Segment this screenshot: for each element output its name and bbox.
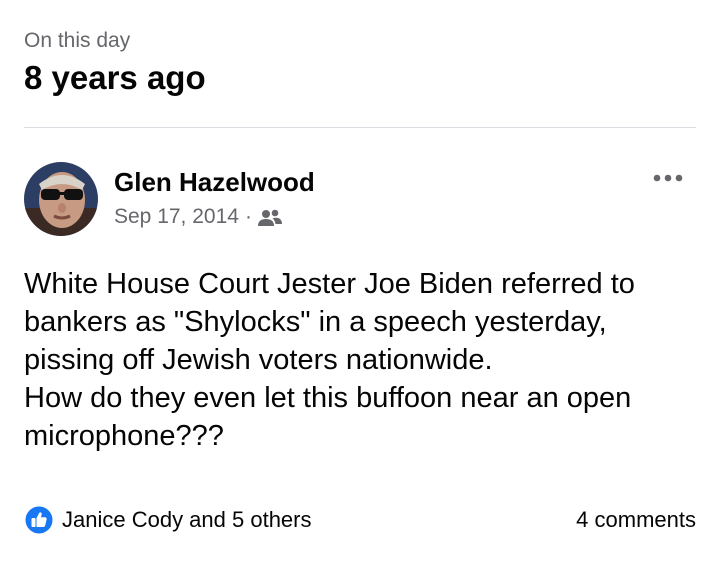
author-name[interactable]: Glen Hazelwood	[114, 166, 315, 198]
more-options-icon[interactable]	[650, 166, 686, 190]
post-header: Glen Hazelwood Sep 17, 2014 ·	[24, 162, 696, 242]
memory-years-ago: 8 years ago	[24, 59, 206, 96]
comments-count[interactable]: 4 comments	[576, 505, 696, 535]
post-text: White House Court Jester Joe Biden refer…	[24, 268, 635, 452]
post-date[interactable]: Sep 17, 2014	[114, 204, 239, 230]
like-icon	[24, 505, 54, 535]
reactions-summary[interactable]: Janice Cody and 5 others	[24, 505, 312, 535]
post-footer: Janice Cody and 5 others 4 comments	[24, 505, 696, 539]
section-divider	[24, 127, 696, 128]
friends-icon[interactable]	[257, 208, 282, 226]
memory-header: On this day 8 years ago	[24, 28, 206, 98]
memory-caption: On this day	[24, 29, 131, 52]
avatar[interactable]	[24, 162, 98, 236]
meta-separator: ·	[244, 205, 252, 228]
post-meta: Sep 17, 2014 ·	[114, 204, 282, 230]
reactions-text: Janice Cody and 5 others	[62, 507, 312, 532]
